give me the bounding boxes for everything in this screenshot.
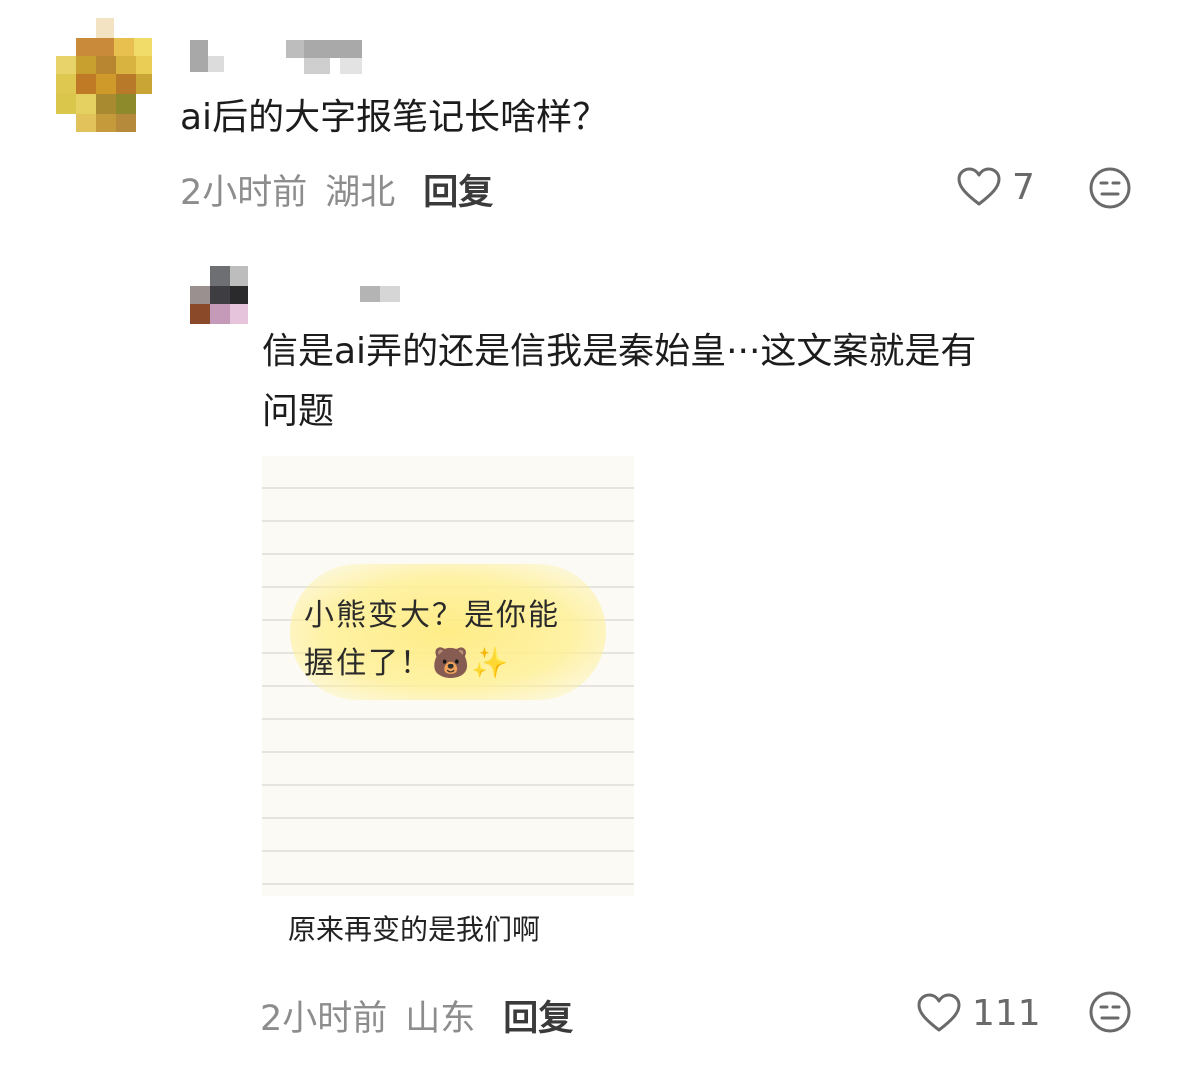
like-button[interactable]: 7 <box>956 166 1035 208</box>
username-blurred[interactable] <box>190 38 370 74</box>
timestamp: 2小时前 <box>260 999 388 1039</box>
like-count: 111 <box>972 992 1041 1034</box>
attached-image[interactable]: 小熊变大？是你能 握住了！🐻✨ 原来再变的是我们啊 <box>262 456 634 954</box>
location: 湖北 <box>325 173 396 213</box>
like-count: 7 <box>1012 166 1035 208</box>
comment-meta: 2小时前 湖北 回复 <box>180 164 493 215</box>
reply-text: 信是ai弄的还是信我是秦始皇···这文案就是有 问题 <box>262 322 1142 442</box>
handwritten-note: 小熊变大？是你能 握住了！🐻✨ <box>304 592 604 688</box>
avatar[interactable] <box>190 266 248 326</box>
location: 山东 <box>405 999 476 1039</box>
heart-outline-icon <box>916 992 962 1034</box>
username-blurred[interactable] <box>360 284 404 304</box>
reply-text-line-1: 信是ai弄的还是信我是秦始皇···这文案就是有 <box>262 331 977 372</box>
comment-text-line: ai后的大字报笔记长啥样？ <box>180 97 609 138</box>
handwritten-line-1: 小熊变大？是你能 <box>304 598 560 633</box>
like-button[interactable]: 111 <box>916 992 1041 1034</box>
image-caption: 原来再变的是我们啊 <box>262 896 634 954</box>
handwritten-line-2: 握住了！🐻✨ <box>304 646 511 681</box>
reply-text-line-2: 问题 <box>262 391 335 432</box>
meh-face-icon[interactable] <box>1088 990 1132 1038</box>
image-caption-text: 原来再变的是我们啊 <box>288 913 541 946</box>
reply-button[interactable]: 回复 <box>503 990 573 1041</box>
meh-face-icon[interactable] <box>1088 166 1132 214</box>
avatar[interactable] <box>56 18 152 134</box>
reply-meta: 2小时前 山东 回复 <box>260 990 573 1041</box>
timestamp: 2小时前 <box>180 173 308 213</box>
heart-outline-icon <box>956 166 1002 208</box>
comment-text: ai后的大字报笔记长啥样？ <box>180 88 608 148</box>
reply-button[interactable]: 回复 <box>423 164 493 215</box>
